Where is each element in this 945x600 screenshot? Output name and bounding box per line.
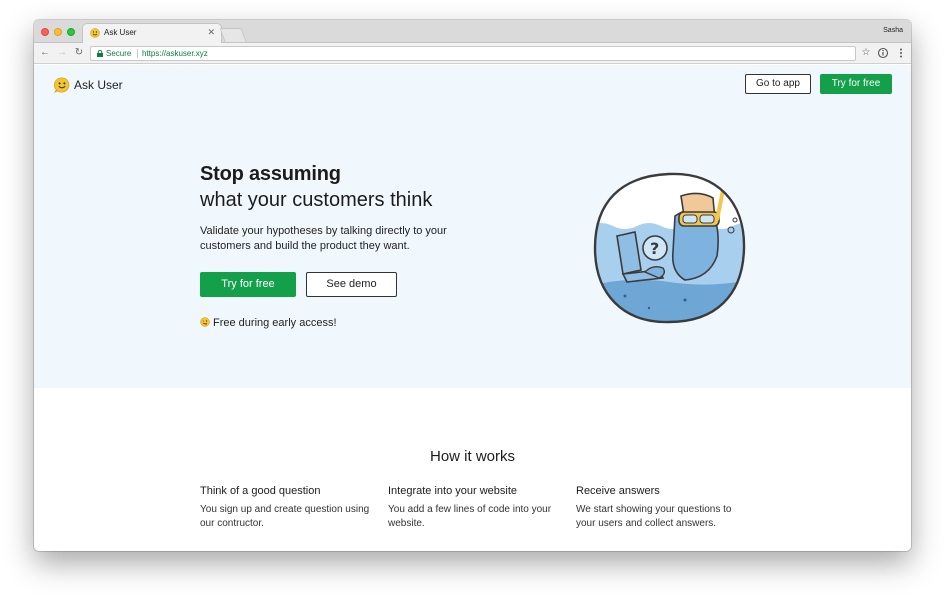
profile-name[interactable]: Sasha [883, 27, 903, 34]
url-text[interactable]: https://askuser.xyz [142, 47, 208, 60]
step-card: Receive answers We start showing your qu… [576, 485, 751, 531]
window-close-button[interactable] [41, 28, 49, 36]
page-content: Ask User Go to app Try for free Stop ass… [34, 65, 911, 551]
tab-title: Ask User [104, 28, 137, 37]
step-title: Think of a good question [200, 485, 321, 497]
hero-try-for-free-button[interactable]: Try for free [200, 272, 296, 297]
forward-icon[interactable]: → [56, 46, 68, 60]
hero-headline-line2: what your customers think [200, 189, 433, 211]
diver-illustration: ? [593, 172, 746, 324]
brand-name: Ask User [74, 78, 123, 92]
menu-icon[interactable] [895, 47, 907, 59]
step-description: We start showing your questions to your … [576, 504, 732, 529]
smiley-favicon-icon [90, 28, 100, 38]
star-icon[interactable]: ☆ [860, 47, 872, 59]
hero-description: Validate your hypotheses by talking dire… [200, 225, 447, 252]
step-title: Receive answers [576, 485, 660, 497]
address-bar[interactable]: Secure https://askuser.xyz [90, 46, 856, 61]
lock-icon [97, 50, 103, 57]
step-card: Think of a good question You sign up and… [200, 485, 375, 531]
smiley-logo-icon [54, 77, 70, 93]
free-note-text: Free during early access! [213, 317, 337, 329]
window-maximize-button[interactable] [67, 28, 75, 36]
step-card: Integrate into your website You add a fe… [388, 485, 563, 531]
hero-headline-line1: Stop assuming [200, 163, 341, 185]
hero-section: Ask User Go to app Try for free Stop ass… [34, 65, 911, 388]
step-title: Integrate into your website [388, 485, 518, 497]
see-demo-button[interactable]: See demo [306, 272, 397, 297]
reload-icon[interactable]: ↻ [73, 46, 85, 60]
info-icon[interactable] [877, 47, 889, 59]
nav-try-for-free-button[interactable]: Try for free [820, 74, 892, 94]
step-description: You add a few lines of code into your we… [388, 504, 552, 529]
tab-close-icon[interactable]: ✕ [207, 27, 215, 38]
go-to-app-button[interactable]: Go to app [745, 74, 811, 94]
secure-label: Secure [106, 49, 132, 58]
how-it-works-title: How it works [429, 448, 515, 465]
free-note: Free during early access! [200, 317, 337, 329]
tongue-smiley-icon [200, 317, 210, 327]
svg-text:?: ? [650, 239, 659, 258]
step-description: You sign up and create question using ou… [200, 504, 370, 529]
back-icon[interactable]: ← [39, 46, 51, 60]
browser-toolbar: ← → ↻ Secure https://askuser.xyz ☆ [34, 43, 911, 64]
window-minimize-button[interactable] [54, 28, 62, 36]
new-tab-button[interactable] [219, 28, 247, 42]
browser-tab[interactable]: Ask User ✕ [82, 23, 222, 43]
tab-strip: Ask User ✕ Sasha [34, 20, 911, 43]
url-separator [137, 49, 138, 58]
browser-window: Ask User ✕ Sasha ← → ↻ Secure https://as… [34, 20, 911, 551]
